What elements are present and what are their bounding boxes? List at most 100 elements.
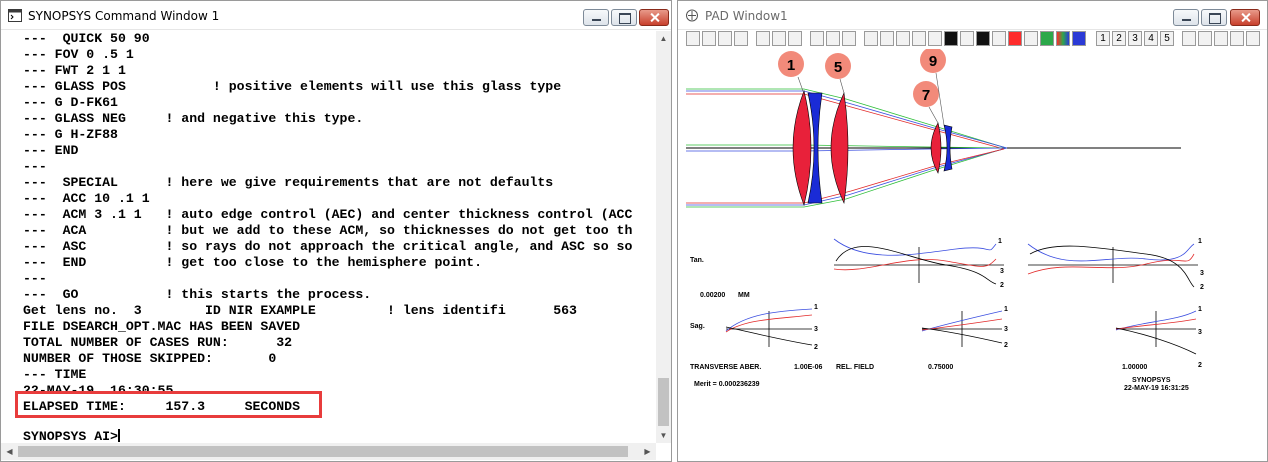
pan-tool-icon[interactable]	[686, 31, 700, 46]
minimize-button[interactable]	[1173, 9, 1199, 26]
black-square-icon[interactable]	[976, 31, 990, 46]
command-window-titlebar[interactable]: SYNOPSYS Command Window 1	[1, 1, 671, 30]
pad-window-titlebar[interactable]: PAD Window1	[678, 1, 1267, 30]
console-line: --- GLASS POS ! positive elements will u…	[23, 79, 562, 94]
page-5-button[interactable]: 5	[1160, 31, 1174, 46]
console-line: --- G H-ZF88	[23, 127, 118, 142]
undo-icon[interactable]	[718, 31, 732, 46]
tan-plot-0-75	[833, 238, 1004, 285]
grid-dots-icon[interactable]	[992, 31, 1006, 46]
arrow-up-icon[interactable]	[1214, 31, 1228, 46]
edit-icon[interactable]	[1182, 31, 1196, 46]
spectrum-icon[interactable]	[1056, 31, 1070, 46]
label-leader	[839, 78, 845, 94]
curve-label: 3	[1198, 329, 1202, 336]
curve-label: 1	[998, 238, 1002, 245]
pad-window-title: PAD Window1	[705, 9, 788, 23]
console-line: --- G D-FK61	[23, 95, 118, 110]
lens-element-1	[792, 90, 812, 206]
minimize-button[interactable]	[583, 9, 609, 26]
horizontal-scrollbar[interactable]: ◀ ▶	[1, 443, 656, 460]
field-value-1-00: 1.00000	[1122, 364, 1147, 371]
console-line: FILE DSEARCH_OPT.MAC HAS BEEN SAVED	[23, 319, 300, 334]
sag-plot-0-75	[921, 310, 1003, 347]
page-1-button[interactable]: 1	[1096, 31, 1110, 46]
rotate-tool-icon[interactable]	[702, 31, 716, 46]
element-label-1: 1	[787, 57, 795, 74]
console-output[interactable]: --- QUICK 50 90 --- FOV 0 .5 1 --- FWT 2…	[1, 31, 656, 443]
zoom-icon[interactable]	[928, 31, 942, 46]
tools-icon[interactable]	[896, 31, 910, 46]
console-line: --- ACM 3 .1 1 ! auto edge control (AEC)…	[23, 207, 633, 222]
curve-label: 1	[814, 304, 818, 311]
table-icon[interactable]	[880, 31, 894, 46]
curve-label: 3	[814, 326, 818, 333]
command-prompt[interactable]: SYNOPSYS AI>	[23, 429, 120, 443]
close-button[interactable]	[1230, 9, 1260, 26]
arrow-last-icon[interactable]	[1246, 31, 1260, 46]
copy-icon[interactable]	[772, 31, 786, 46]
curve-label: 2	[1198, 362, 1202, 369]
plot-date: 22-MAY-19 16:31:25	[1124, 385, 1189, 392]
grid-icon[interactable]	[864, 31, 878, 46]
brand-label: SYNOPSYS	[1132, 377, 1171, 384]
ray-icon[interactable]	[842, 31, 856, 46]
page-4-button[interactable]: 4	[1144, 31, 1158, 46]
scroll-left-arrow-icon[interactable]: ◀	[1, 443, 18, 460]
curve-label: 2	[1004, 342, 1008, 349]
scale-value: 0.00200	[700, 292, 725, 299]
layout-icon[interactable]	[810, 31, 824, 46]
curve-label: 1	[1198, 306, 1202, 313]
command-window[interactable]: SYNOPSYS Command Window 1 --- QUICK 50 9…	[0, 0, 672, 462]
sag-plot-1-00	[1115, 310, 1197, 355]
sag-label: Sag.	[690, 323, 705, 330]
field-value-0-75: 0.75000	[928, 364, 953, 371]
redo-icon[interactable]	[734, 31, 748, 46]
pattern-icon[interactable]	[1072, 31, 1086, 46]
wavelength-value: 1.00E-06	[794, 364, 823, 371]
vertical-scrollbar[interactable]: ▲ ▼	[656, 31, 671, 443]
console-line: --- QUICK 50 90	[23, 31, 150, 46]
arrow-first-icon[interactable]	[1230, 31, 1244, 46]
red-dot-icon[interactable]	[1008, 31, 1022, 46]
sag-plot-0-00	[725, 308, 813, 347]
curve-label: 2	[1000, 282, 1004, 289]
lens-element-7	[930, 122, 942, 174]
console-line: --- GO ! this starts the process.	[23, 287, 372, 302]
save-icon[interactable]	[788, 31, 802, 46]
print-icon[interactable]	[756, 31, 770, 46]
rel-field-label: REL. FIELD	[836, 364, 874, 371]
pad-window[interactable]: PAD Window1 1 2 3 4 5 1 5 7 9 Tan. Sag. …	[677, 0, 1268, 462]
settings-icon[interactable]	[826, 31, 840, 46]
scale-unit: MM	[738, 292, 750, 299]
color-map-icon[interactable]	[1040, 31, 1054, 46]
console-line: --- ACA ! but we add to these ACM, so th…	[23, 223, 633, 238]
maximize-button[interactable]	[611, 9, 637, 26]
curve-label: 3	[1200, 270, 1204, 277]
command-window-title: SYNOPSYS Command Window 1	[28, 9, 220, 23]
dots-icon[interactable]	[912, 31, 926, 46]
maximize-button[interactable]	[1201, 9, 1227, 26]
help-icon[interactable]	[1198, 31, 1212, 46]
white-square-icon[interactable]	[960, 31, 974, 46]
page-2-button[interactable]: 2	[1112, 31, 1126, 46]
close-button[interactable]	[639, 9, 669, 26]
curve-label: 1	[1004, 306, 1008, 313]
console-line: --- END ! get too close to the hemispher…	[23, 255, 482, 270]
element-label-9: 9	[929, 53, 937, 70]
scroll-up-arrow-icon[interactable]: ▲	[656, 31, 671, 46]
curve-label: 1	[1198, 238, 1202, 245]
horizontal-scroll-thumb[interactable]	[18, 446, 628, 457]
console-line: ---	[23, 159, 47, 174]
page-3-button[interactable]: 3	[1128, 31, 1142, 46]
curve-label: 3	[1004, 326, 1008, 333]
pad-app-icon	[686, 9, 698, 22]
curve-label: 2	[1200, 284, 1204, 291]
lens-view-icon[interactable]	[944, 31, 958, 46]
console-line: --- FOV 0 .5 1	[23, 47, 134, 62]
vertical-scroll-thumb[interactable]	[658, 378, 669, 426]
target-icon[interactable]	[1024, 31, 1038, 46]
scroll-down-arrow-icon[interactable]: ▼	[656, 428, 671, 443]
scroll-right-arrow-icon[interactable]: ▶	[639, 443, 656, 460]
lens-drawing-canvas[interactable]: 1 5 7 9 Tan. Sag. 0.00200 MM 1 3 2 1 3 2…	[686, 49, 1261, 449]
